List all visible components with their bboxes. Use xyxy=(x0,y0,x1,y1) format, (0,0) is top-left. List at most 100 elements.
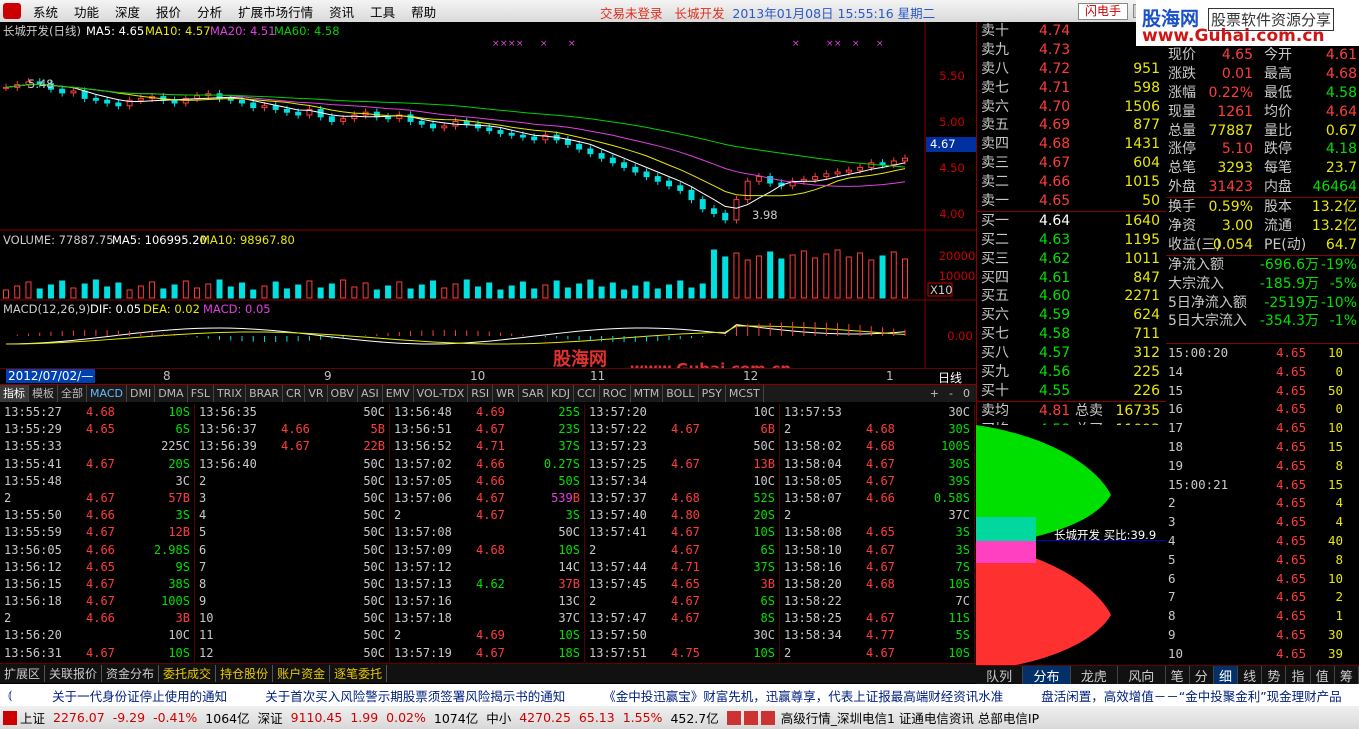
orderbook-row[interactable]: 卖一 4.65 50 xyxy=(977,192,1166,211)
tick-row[interactable]: 13:57:12 14C xyxy=(390,559,584,576)
tick-row[interactable]: 13:57:50 30C xyxy=(585,627,779,644)
tick-row[interactable]: 13:56:40 50C xyxy=(195,456,389,473)
bottom-tab-1[interactable]: 关联报价 xyxy=(45,665,103,682)
menu-quote[interactable]: 报价 xyxy=(148,2,189,21)
tick-row[interactable]: 13:57:13 4.62 37B xyxy=(390,576,584,593)
orderbook-row[interactable]: 买八 4.57 312 xyxy=(977,344,1166,363)
tick-row[interactable]: 13:55:29 4.65 6S xyxy=(0,421,194,438)
orderbook-row[interactable]: 卖二 4.66 1015 xyxy=(977,173,1166,192)
right-tab-7[interactable]: 线 xyxy=(1238,665,1263,685)
tick-row[interactable]: 13:55:50 4.66 3S xyxy=(0,507,194,524)
tab-sar[interactable]: SAR xyxy=(519,385,549,402)
tick-row[interactable]: 2 4.67 6S xyxy=(585,542,779,559)
menu-news[interactable]: 资讯 xyxy=(321,2,362,21)
tick-row[interactable]: 13:56:37 4.66 5B xyxy=(195,421,389,438)
tick-row[interactable]: 13:57:25 4.67 13B xyxy=(585,456,779,473)
tick-row[interactable]: 2 4.69 10S xyxy=(390,627,584,644)
tick-row[interactable]: 5 50C xyxy=(195,524,389,541)
tick-row[interactable]: 13:58:20 4.68 10S xyxy=(780,576,974,593)
menu-depth[interactable]: 深度 xyxy=(107,2,148,21)
orderbook-row[interactable]: 买五 4.60 2271 xyxy=(977,287,1166,306)
trade-row[interactable]: 19 4.65 8 xyxy=(1166,457,1359,476)
tab-vr[interactable]: VR xyxy=(305,385,328,402)
tick-row[interactable]: 2 4.67 10S xyxy=(780,645,974,662)
tab-vol-tdx[interactable]: VOL-TDX xyxy=(414,385,469,402)
tab-boll[interactable]: BOLL xyxy=(663,385,699,402)
orderbook-row[interactable]: 买九 4.56 225 xyxy=(977,363,1166,382)
tab-mcst[interactable]: MCST xyxy=(726,385,764,402)
tick-row[interactable]: 13:58:05 4.67 39S xyxy=(780,473,974,490)
tab-cr[interactable]: CR xyxy=(283,385,306,402)
tick-row[interactable]: 13:57:22 4.67 6B xyxy=(585,421,779,438)
tick-row[interactable]: 13:58:02 4.68 100S xyxy=(780,438,974,455)
orderbook-row[interactable]: 买三 4.62 1011 xyxy=(977,250,1166,269)
right-tab-9[interactable]: 指 xyxy=(1286,665,1311,685)
tick-row[interactable]: 13:56:39 4.67 22B xyxy=(195,438,389,455)
tick-row[interactable]: 8 50C xyxy=(195,576,389,593)
orderbook-row[interactable]: 买七 4.58 711 xyxy=(977,325,1166,344)
tick-row[interactable]: 13:57:23 50C xyxy=(585,438,779,455)
trade-row[interactable]: 3 4.65 4 xyxy=(1166,513,1359,532)
orderbook-row[interactable]: 卖八 4.72 951 xyxy=(977,60,1166,79)
tick-row[interactable]: 13:57:08 50C xyxy=(390,524,584,541)
trade-row[interactable]: 5 4.65 8 xyxy=(1166,551,1359,570)
tick-row[interactable]: 13:57:18 37C xyxy=(390,610,584,627)
tick-row[interactable]: 7 50C xyxy=(195,559,389,576)
orderbook-row[interactable]: 买十 4.55 226 xyxy=(977,382,1166,401)
kline-chart[interactable]: × × × × × × × × × × × 长城开发(日线) MA5: 4.65 MA10: 4.5… xyxy=(0,22,976,368)
menu-ext-market[interactable]: 扩展市场行情 xyxy=(230,2,321,21)
trade-row[interactable]: 6 4.65 10 xyxy=(1166,570,1359,589)
tab-brar[interactable]: BRAR xyxy=(246,385,284,402)
tick-row[interactable]: 13:56:15 4.67 38S xyxy=(0,576,194,593)
tick-row[interactable]: 13:57:45 4.65 3B xyxy=(585,576,779,593)
trade-detail[interactable]: 15:00:20 4.65 10 14 4.65 0 15 4.65 50 16 4.65 0 17 4.… xyxy=(1166,343,1359,680)
tick-row[interactable]: 13:56:35 50C xyxy=(195,404,389,421)
tab-指标[interactable]: 指标 xyxy=(0,385,29,402)
orderbook-row[interactable]: 买一 4.64 1640 xyxy=(977,212,1166,231)
ticker-item[interactable]: 盘活闲置，高效增值－－“金中投聚金利”现金理财产品 xyxy=(1041,686,1341,705)
tick-row[interactable]: 13:57:41 4.67 10S xyxy=(585,524,779,541)
tab-mtm[interactable]: MTM xyxy=(631,385,664,402)
right-tab-1[interactable]: 分布 xyxy=(1023,665,1071,685)
right-tab-3[interactable]: 风向 xyxy=(1118,665,1166,685)
menu-tools[interactable]: 工具 xyxy=(362,2,403,21)
tab-asi[interactable]: ASI xyxy=(358,385,383,402)
tab-macd[interactable]: MACD xyxy=(87,385,127,402)
bottom-tab-6[interactable]: 逐笔委托 xyxy=(330,665,388,682)
tick-row[interactable]: 13:56:05 4.66 2.98S xyxy=(0,542,194,559)
right-tab-11[interactable]: 筹 xyxy=(1335,665,1359,685)
tick-row[interactable]: 13:55:48 3C xyxy=(0,473,194,490)
tick-row[interactable]: 13:56:31 4.67 10S xyxy=(0,645,194,662)
tick-row[interactable]: 13:55:27 4.68 10S xyxy=(0,404,194,421)
tick-row[interactable]: 13:55:33 225C xyxy=(0,438,194,455)
tick-row[interactable]: 11 50C xyxy=(195,627,389,644)
tick-row[interactable]: 13:57:05 4.66 50S xyxy=(390,473,584,490)
tick-row[interactable]: 12 50C xyxy=(195,645,389,662)
tick-row[interactable]: 13:56:20 10C xyxy=(0,627,194,644)
trade-row[interactable]: 15:00:20 4.65 10 xyxy=(1166,344,1359,363)
bottom-tab-4[interactable]: 持仓股份 xyxy=(216,665,274,682)
tick-row[interactable]: 2 37C xyxy=(780,507,974,524)
tick-row[interactable]: 3 50C xyxy=(195,490,389,507)
tab-roc[interactable]: ROC xyxy=(600,385,631,402)
tab-fsl[interactable]: FSL xyxy=(188,385,214,402)
tick-row[interactable]: 13:58:08 4.65 3S xyxy=(780,524,974,541)
trade-row[interactable]: 9 4.65 30 xyxy=(1166,626,1359,645)
tick-row[interactable]: 13:57:09 4.68 10S xyxy=(390,542,584,559)
tick-table[interactable]: 13:55:27 4.68 10S 13:55:29 4.65 6S 13:55:33 225… xyxy=(0,404,976,662)
menu-analysis[interactable]: 分析 xyxy=(189,2,230,21)
tick-row[interactable]: 6 50C xyxy=(195,542,389,559)
right-tab-10[interactable]: 值 xyxy=(1311,665,1335,685)
tick-row[interactable]: 13:57:34 10C xyxy=(585,473,779,490)
trade-row[interactable]: 15:00:21 4.65 15 xyxy=(1166,476,1359,495)
tick-row[interactable]: 2 4.68 30S xyxy=(780,421,974,438)
tick-row[interactable]: 13:57:20 10C xyxy=(585,404,779,421)
tick-row[interactable]: 13:57:19 4.67 18S xyxy=(390,645,584,662)
bottom-tab-2[interactable]: 资金分布 xyxy=(102,665,160,682)
tick-row[interactable]: 13:56:51 4.67 23S xyxy=(390,421,584,438)
tick-row[interactable]: 13:58:10 4.67 3S xyxy=(780,542,974,559)
tick-row[interactable]: 13:55:41 4.67 20S xyxy=(0,456,194,473)
tick-row[interactable]: 2 4.66 3B xyxy=(0,610,194,627)
orderbook-row[interactable]: 卖四 4.68 1431 xyxy=(977,135,1166,154)
bottom-tab-0[interactable]: 扩展区 xyxy=(0,665,46,682)
